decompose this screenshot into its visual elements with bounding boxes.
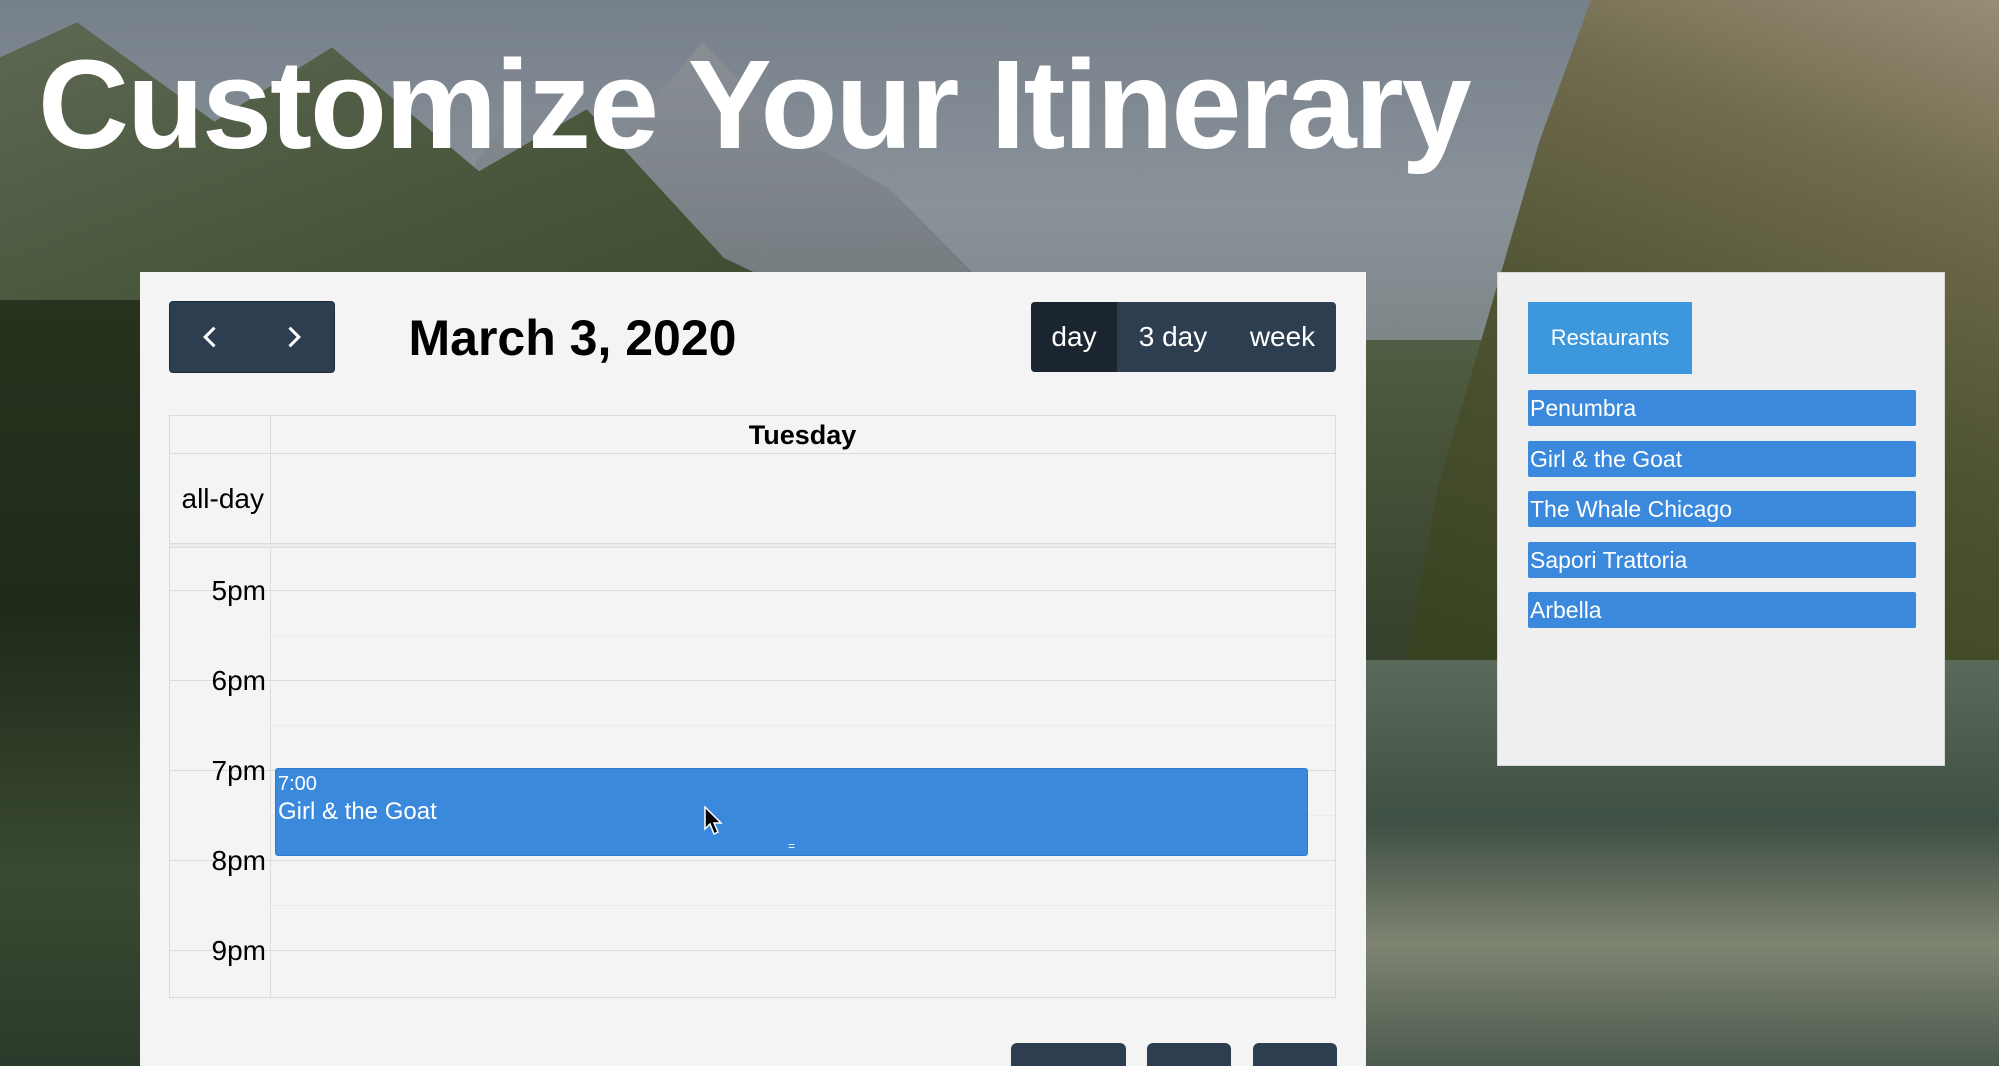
next-button[interactable] (252, 302, 334, 372)
calendar-event[interactable]: 7:00 Girl & the Goat = (275, 768, 1308, 856)
chevron-left-icon (203, 326, 216, 348)
restaurants-tab[interactable]: Restaurants (1528, 302, 1692, 374)
list-item[interactable]: Arbella (1528, 592, 1916, 628)
slot-line (170, 860, 1335, 861)
list-item[interactable]: The Whale Chicago (1528, 491, 1916, 527)
axis-divider (270, 416, 271, 997)
list-item[interactable]: Sapori Trattoria (1528, 542, 1916, 578)
slot-line-minor (270, 725, 1335, 726)
slot-line-minor (270, 905, 1335, 906)
allday-label: all-day (181, 483, 264, 514)
slot-line (170, 590, 1335, 591)
event-title: Girl & the Goat (278, 798, 437, 825)
mouse-cursor-icon (704, 806, 723, 836)
time-label-7pm: 7pm (211, 755, 266, 786)
time-label-5pm: 5pm (211, 575, 266, 606)
view-day-button[interactable]: day (1031, 302, 1117, 372)
slot-line (170, 950, 1335, 951)
list-item[interactable]: Girl & the Goat (1528, 441, 1916, 477)
slot-line-minor (270, 635, 1335, 636)
day-column-header: Tuesday (748, 420, 857, 450)
calendar-date-title: March 3, 2020 (408, 310, 737, 366)
bottom-button-2[interactable] (1147, 1043, 1231, 1066)
restaurant-list-panel: Restaurants Penumbra Girl & the Goat The… (1497, 272, 1945, 766)
view-week-button[interactable]: week (1229, 302, 1336, 372)
page-title: Customize Your Itinerary (38, 34, 1472, 175)
time-label-9pm: 9pm (211, 935, 266, 966)
event-time: 7:00 (278, 773, 317, 795)
list-item[interactable]: Penumbra (1528, 390, 1916, 426)
chevron-right-icon (288, 326, 301, 348)
bottom-button-1[interactable] (1011, 1043, 1126, 1066)
allday-divider (170, 543, 1335, 548)
calendar-nav-group (169, 301, 335, 373)
event-resize-handle[interactable]: = (276, 840, 1307, 852)
calendar-panel: March 3, 2020 day 3 day week Tuesday all… (140, 272, 1366, 1066)
time-label-8pm: 8pm (211, 845, 266, 876)
bottom-button-3[interactable] (1253, 1043, 1337, 1066)
calendar-grid: Tuesday all-day 5pm 6pm 7pm 8pm 9pm 7:00… (169, 415, 1336, 998)
time-label-6pm: 6pm (211, 665, 266, 696)
view-switcher: day 3 day week (1031, 302, 1336, 372)
prev-button[interactable] (170, 302, 252, 372)
view-3day-button[interactable]: 3 day (1117, 302, 1229, 372)
slot-line (170, 680, 1335, 681)
